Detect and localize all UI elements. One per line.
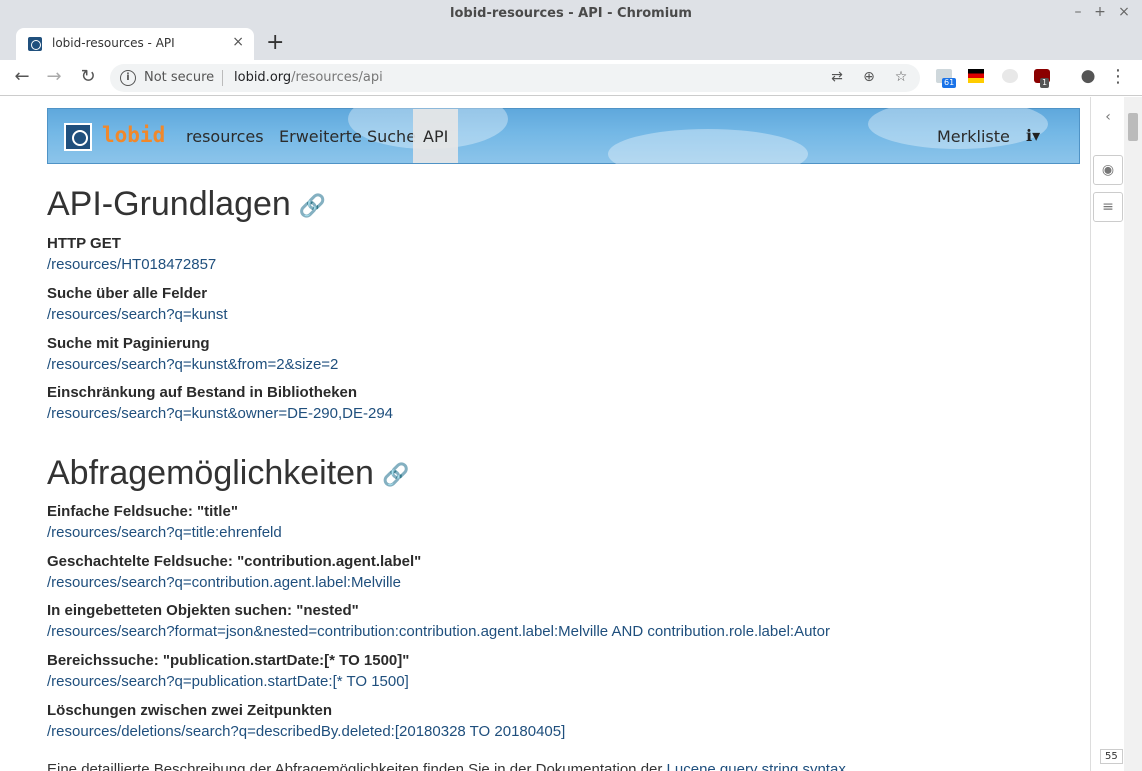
page-content: lobid resources Erweiterte Suche API Mer… — [0, 97, 1090, 771]
eye-icon[interactable]: ◉ — [1093, 155, 1123, 185]
ublock-badge: 1 — [1040, 78, 1050, 88]
entry-link[interactable]: /resources/search?q=contribution.agent.l… — [47, 574, 401, 591]
minimize-icon[interactable]: – — [1070, 4, 1086, 20]
info-icon[interactable]: i — [120, 70, 136, 86]
nav-item-advanced-search[interactable]: Erweiterte Suche — [279, 127, 416, 146]
extension-badge: 61 — [942, 78, 957, 88]
lobid-logo-icon[interactable] — [64, 123, 92, 151]
ublock-icon[interactable]: 1 — [1034, 69, 1050, 88]
link-anchor-icon[interactable]: 🔗 — [299, 193, 326, 218]
entry-link[interactable]: /resources/search?q=publication.startDat… — [47, 673, 409, 690]
bookmark-star-icon[interactable]: ☆ — [892, 69, 910, 85]
entry-label: In eingebetteten Objekten suchen: "neste… — [47, 602, 359, 619]
nav-item-resources[interactable]: resources — [186, 127, 264, 146]
heading-api-grundlagen: API-Grundlagen 🔗 — [47, 185, 326, 224]
url-domain: lobid.org — [234, 70, 292, 85]
footnote-text: Eine detaillierte Beschreibung der Abfra… — [47, 761, 846, 771]
menu-icon[interactable]: ⋮ — [1106, 66, 1130, 87]
security-label[interactable]: Not secure — [144, 70, 214, 85]
tab-close-icon[interactable]: × — [232, 34, 244, 50]
footnote-body: Eine detaillierte Beschreibung der Abfra… — [47, 761, 667, 771]
entry-label: HTTP GET — [47, 235, 121, 252]
lobid-favicon-icon — [28, 37, 42, 51]
forward-icon[interactable]: → — [42, 66, 66, 87]
entry-link[interactable]: /resources/search?q=kunst — [47, 306, 228, 323]
profile-icon[interactable]: ● — [1076, 66, 1100, 86]
link-anchor-icon[interactable]: 🔗 — [382, 462, 409, 487]
lucene-syntax-link[interactable]: Lucene query string syntax — [667, 761, 846, 771]
zoom-icon[interactable]: ⊕ — [860, 69, 878, 85]
page-count-badge: 55 — [1100, 749, 1123, 764]
browser-toolbar: ← → ↻ i Not secure lobid.org/resources/a… — [0, 60, 1142, 96]
heading-text: API-Grundlagen — [47, 185, 291, 223]
maximize-icon[interactable]: + — [1092, 4, 1108, 20]
entry-label: Suche mit Paginierung — [47, 335, 210, 352]
url-path: /resources/api — [291, 70, 383, 85]
heading-abfragemoeglichkeiten: Abfragemöglichkeiten 🔗 — [47, 454, 409, 493]
browser-tab[interactable]: lobid-resources - API × — [16, 28, 254, 60]
extension-toggle-icon[interactable] — [1002, 69, 1018, 83]
entry-link[interactable]: /resources/deletions/search?q=describedB… — [47, 723, 565, 740]
window-titlebar: lobid-resources - API - Chromium – + × — [0, 0, 1142, 28]
url-text[interactable]: lobid.org/resources/api — [234, 70, 383, 85]
german-flag-icon[interactable] — [968, 69, 984, 83]
chevron-left-icon[interactable]: ‹ — [1093, 103, 1123, 133]
scrollbar[interactable] — [1124, 97, 1142, 771]
entry-link[interactable]: /resources/HT018472857 — [47, 256, 216, 273]
heading-text: Abfragemöglichkeiten — [47, 454, 374, 492]
back-icon[interactable]: ← — [10, 66, 34, 87]
entry-link[interactable]: /resources/search?q=kunst&from=2&size=2 — [47, 356, 338, 373]
entry-label: Einschränkung auf Bestand in Bibliotheke… — [47, 384, 358, 401]
new-tab-button[interactable]: + — [266, 30, 284, 55]
tab-strip: lobid-resources - API × + — [0, 28, 1142, 60]
entry-link[interactable]: /resources/search?q=title:ehrenfeld — [47, 524, 282, 541]
entry-label: Bereichssuche: "publication.startDate:[*… — [47, 652, 410, 669]
close-window-icon[interactable]: × — [1116, 4, 1132, 20]
window-title: lobid-resources - API - Chromium — [450, 6, 692, 21]
omnibox-separator — [222, 70, 223, 86]
entry-link[interactable]: /resources/search?format=json&nested=con… — [47, 623, 830, 640]
address-bar[interactable]: i Not secure lobid.org/resources/api ⇄ ⊕… — [110, 64, 920, 92]
tab-title: lobid-resources - API — [52, 36, 175, 50]
extension-icon[interactable]: 61 — [936, 69, 957, 88]
site-navbar: lobid resources Erweiterte Suche API Mer… — [47, 97, 1080, 179]
entry-label: Suche über alle Felder — [47, 285, 208, 302]
scrollbar-thumb[interactable] — [1128, 113, 1138, 141]
entry-link[interactable]: /resources/search?q=kunst&owner=DE-290,D… — [47, 405, 393, 422]
entry-label: Geschachtelte Feldsuche: "contribution.a… — [47, 553, 422, 570]
nav-item-api[interactable]: API — [413, 109, 459, 163]
reload-icon[interactable]: ↻ — [76, 66, 100, 87]
nav-item-merkliste[interactable]: Merkliste — [937, 127, 1010, 146]
brand-name[interactable]: lobid — [102, 123, 165, 147]
notes-icon[interactable]: ≡ — [1093, 192, 1123, 222]
translate-icon[interactable]: ⇄ — [828, 69, 846, 85]
info-dropdown-icon[interactable]: ℹ▾ — [1026, 126, 1040, 145]
entry-label: Einfache Feldsuche: "title" — [47, 503, 238, 520]
entry-label: Löschungen zwischen zwei Zeitpunkten — [47, 702, 333, 719]
cloud-decoration — [608, 129, 808, 179]
